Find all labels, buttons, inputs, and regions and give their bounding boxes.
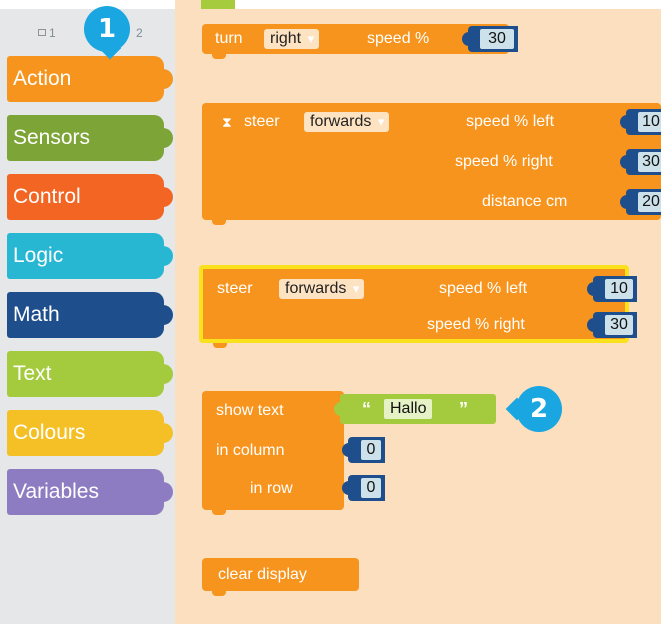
category-label: Math xyxy=(13,303,60,326)
category-logic[interactable]: Logic xyxy=(7,233,173,279)
category-text[interactable]: Text xyxy=(7,351,173,397)
category-action[interactable]: Action xyxy=(7,56,173,102)
clear-display-block[interactable]: clear display xyxy=(202,558,359,596)
workspace-top-strip xyxy=(235,0,661,9)
block-notch xyxy=(212,54,226,59)
close-quote-icon: ” xyxy=(459,399,468,419)
tab-1[interactable]: 1 xyxy=(38,26,56,40)
in-column-label: in column xyxy=(216,442,285,459)
block-editor: 1 2 Action Sensors Control Logic Math Te… xyxy=(0,0,661,624)
steer-label: steer xyxy=(244,113,280,130)
steer-direction-dropdown[interactable]: forwards xyxy=(279,279,365,299)
workspace[interactable]: turn right speed % 30 ⧗ steer forwards s… xyxy=(175,0,661,624)
callout-1-badge: 1 xyxy=(84,6,130,52)
steer-direction-dropdown[interactable]: forwards xyxy=(304,112,390,132)
toolbox-top-strip xyxy=(0,0,175,9)
steer-label: steer xyxy=(217,280,253,297)
show-text-block[interactable]: show text in column 0 in row 0 xyxy=(202,391,385,515)
tab-1-label: 1 xyxy=(49,26,56,40)
tab-square-icon xyxy=(38,29,46,36)
distance-label: distance cm xyxy=(482,193,568,210)
dropdown-value: forwards xyxy=(310,113,372,130)
row-field[interactable]: 0 xyxy=(361,478,381,498)
category-label: Sensors xyxy=(13,126,91,149)
callout-1-number: 1 xyxy=(97,14,117,44)
speed-left-label: speed % left xyxy=(439,280,528,297)
speed-left-slot: 10 xyxy=(587,276,637,302)
distance-field[interactable]: 20 xyxy=(638,192,661,212)
steer-block-selected[interactable]: steer forwards speed % left 10 speed % r… xyxy=(199,265,637,348)
category-label: Logic xyxy=(13,244,64,267)
speed-right-label: speed % right xyxy=(455,153,553,170)
speed-right-field[interactable]: 30 xyxy=(638,152,661,172)
category-label: Text xyxy=(13,362,52,385)
in-row-label: in row xyxy=(250,480,293,497)
speed-right-label: speed % right xyxy=(427,316,525,333)
speed-right-slot: 30 xyxy=(587,312,637,338)
category-control[interactable]: Control xyxy=(7,174,173,220)
speed-left-field[interactable]: 10 xyxy=(605,279,633,299)
text-string-field[interactable]: Hallo xyxy=(384,399,433,419)
category-colours[interactable]: Colours xyxy=(7,410,173,456)
dropdown-value: right xyxy=(270,30,302,47)
category-sensors[interactable]: Sensors xyxy=(7,115,173,161)
column-field[interactable]: 0 xyxy=(361,440,381,460)
open-quote-icon: “ xyxy=(362,399,371,419)
distance-slot: 20 xyxy=(620,189,661,215)
dropdown-value: forwards xyxy=(285,280,347,297)
toolbox: 1 2 Action Sensors Control Logic Math Te… xyxy=(0,0,175,624)
block-notch xyxy=(212,220,226,225)
speed-right-field[interactable]: 30 xyxy=(605,315,633,335)
category-math[interactable]: Math xyxy=(7,292,173,338)
speed-left-field[interactable]: 10 xyxy=(638,112,661,132)
speed-left-slot: 10 xyxy=(620,109,661,135)
hourglass-icon: ⧗ xyxy=(222,114,232,130)
callout-2-number: 2 xyxy=(529,394,549,424)
tab-2[interactable]: 2 xyxy=(136,26,143,40)
column-slot: 0 xyxy=(342,437,385,463)
category-label: Control xyxy=(13,185,81,208)
speed-left-label: speed % left xyxy=(466,113,555,130)
block-notch xyxy=(212,510,226,515)
tab-2-label: 2 xyxy=(136,26,143,40)
block-notch xyxy=(213,343,227,348)
turn-label: turn xyxy=(215,30,243,47)
row-slot: 0 xyxy=(342,475,385,501)
turn-speed-slot: 30 xyxy=(462,26,518,52)
workspace-top-accent xyxy=(201,0,235,9)
callout-2-badge: 2 xyxy=(516,386,562,432)
turn-direction-dropdown[interactable]: right xyxy=(264,29,320,49)
text-string-block[interactable]: “ Hallo ” xyxy=(334,394,496,424)
turn-speed-field[interactable]: 30 xyxy=(480,29,514,49)
category-label: Colours xyxy=(13,421,86,444)
speed-right-slot: 30 xyxy=(620,149,661,175)
turn-speed-label: speed % xyxy=(367,30,430,47)
turn-block[interactable]: turn right speed % 30 xyxy=(202,24,518,59)
category-label: Variables xyxy=(13,480,99,503)
show-text-label: show text xyxy=(216,402,284,419)
steer-distance-block[interactable]: ⧗ steer forwards speed % left 10 speed %… xyxy=(202,103,661,225)
category-label: Action xyxy=(13,67,72,90)
clear-display-label: clear display xyxy=(218,566,307,583)
category-variables[interactable]: Variables xyxy=(7,469,173,515)
block-notch xyxy=(212,591,226,596)
